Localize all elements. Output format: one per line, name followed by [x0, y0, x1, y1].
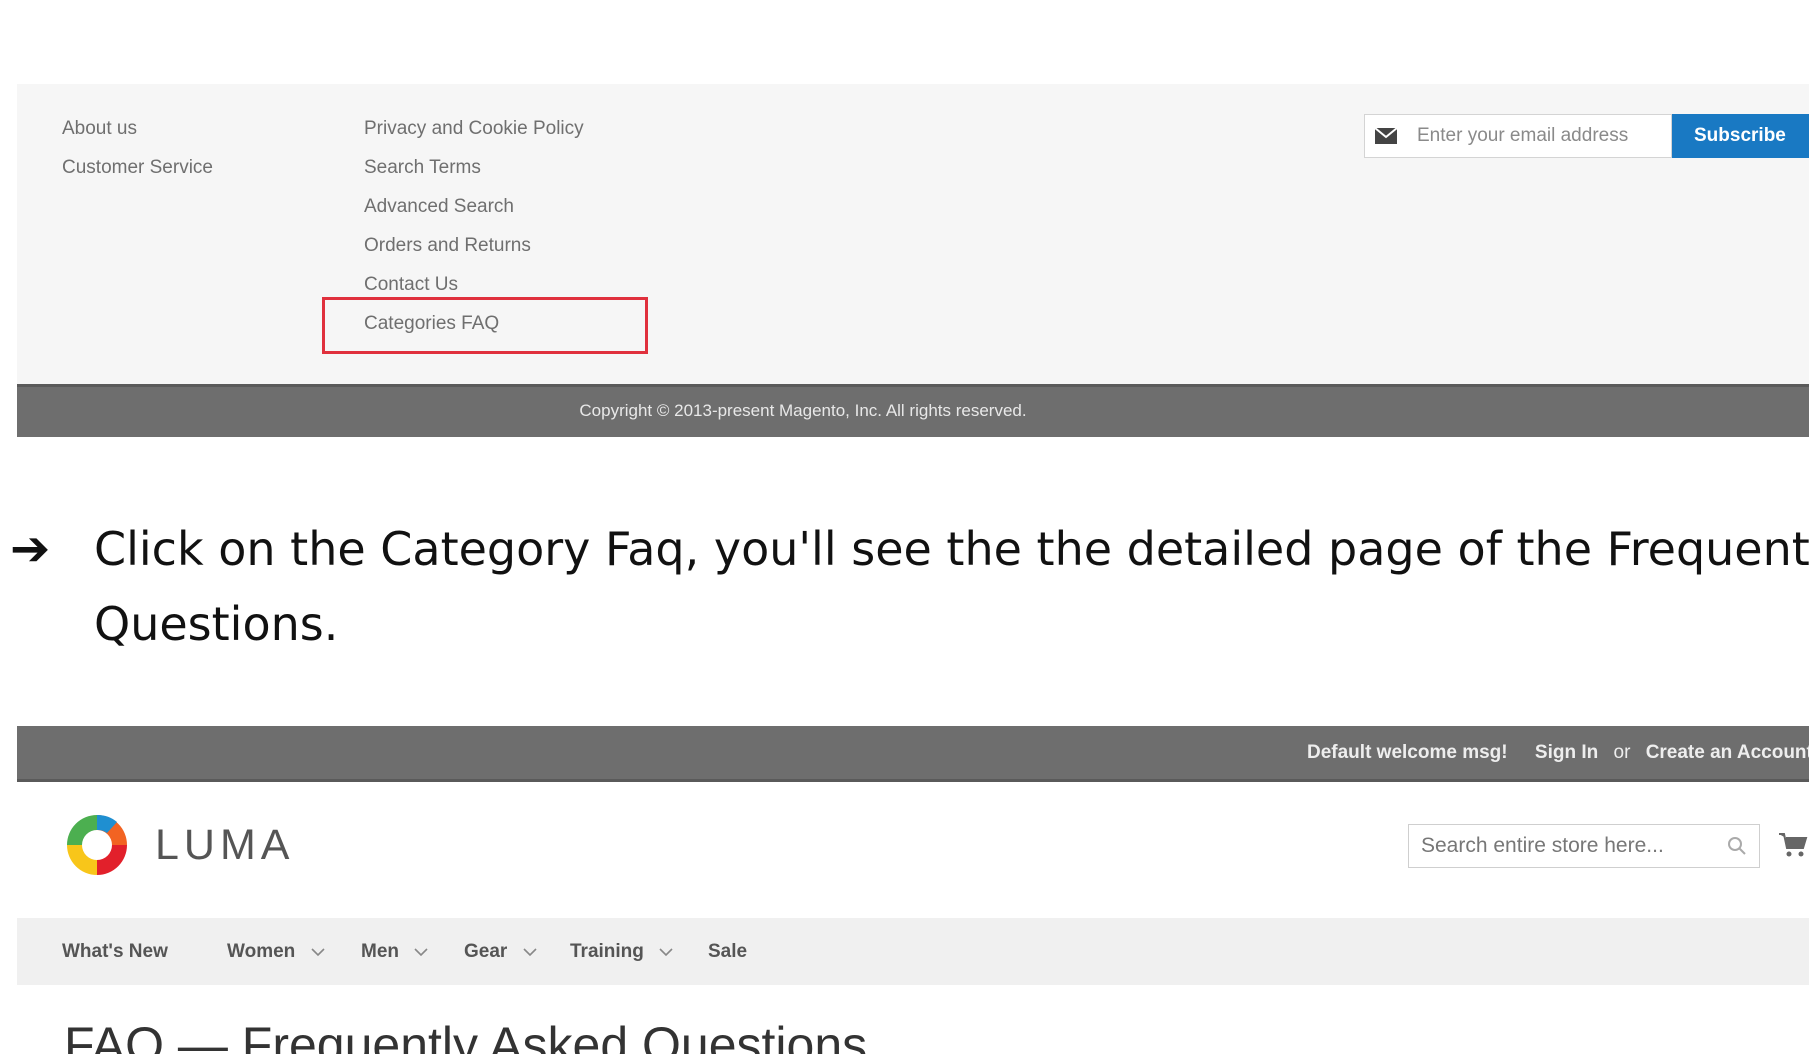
nav-item-sale[interactable]: Sale	[708, 918, 747, 985]
newsletter-form: Subscribe	[1364, 114, 1809, 160]
footer-link-search-terms[interactable]: Search Terms	[364, 153, 584, 192]
arrow-icon: ➔	[10, 521, 51, 577]
footer-link-privacy[interactable]: Privacy and Cookie Policy	[364, 114, 584, 153]
nav-item-men[interactable]: Men	[361, 918, 428, 985]
newsletter-email-input[interactable]	[1415, 124, 1659, 148]
copyright-text: Copyright © 2013-present Magento, Inc. A…	[579, 401, 1027, 420]
chevron-down-icon	[659, 948, 673, 957]
footer-link-advanced-search[interactable]: Advanced Search	[364, 192, 584, 231]
luma-logo-icon	[67, 814, 127, 875]
envelope-icon	[1375, 128, 1397, 144]
welcome-message: Default welcome msg!	[1307, 742, 1508, 763]
copyright-bar: Copyright © 2013-present Magento, Inc. A…	[17, 384, 1809, 437]
nav-item-gear[interactable]: Gear	[464, 918, 537, 985]
nav-item-label: Gear	[464, 941, 508, 962]
footer-links-column-1: About us Customer Service	[62, 114, 213, 192]
instruction-line-2: Questions.	[94, 597, 339, 651]
cart-icon[interactable]	[1777, 828, 1809, 860]
chevron-down-icon	[523, 948, 537, 957]
nav-item-women[interactable]: Women	[227, 918, 325, 985]
newsletter-email-box	[1364, 114, 1672, 158]
subscribe-button[interactable]: Subscribe	[1672, 114, 1809, 158]
nav-item-label: Men	[361, 941, 399, 962]
footer-link-about-us[interactable]: About us	[62, 114, 213, 153]
footer-screenshot: About us Customer Service Privacy and Co…	[17, 84, 1809, 437]
nav-item-label: Women	[227, 941, 296, 962]
page-title: FAQ — Frequently Asked Questions	[64, 1017, 868, 1054]
nav-item-label: What's New	[62, 941, 168, 962]
chevron-down-icon	[414, 948, 428, 957]
chevron-down-icon	[310, 948, 325, 957]
or-separator: or	[1613, 742, 1631, 763]
search-input[interactable]	[1409, 833, 1713, 859]
luma-logo-text: LUMA	[155, 820, 295, 869]
search-box	[1408, 824, 1760, 868]
luma-screenshot: Default welcome msg! Sign In or Create a…	[17, 726, 1809, 1054]
nav-item-whats-new[interactable]: What's New	[62, 918, 168, 985]
search-icon[interactable]	[1727, 836, 1747, 856]
sign-in-link[interactable]: Sign In	[1535, 742, 1598, 763]
luma-logo[interactable]: LUMA	[62, 810, 294, 880]
highlight-box	[322, 297, 648, 354]
top-bar-links: Default welcome msg! Sign In or Create a…	[1307, 726, 1809, 779]
footer-link-customer-service[interactable]: Customer Service	[62, 153, 213, 192]
footer-link-orders-returns[interactable]: Orders and Returns	[364, 231, 584, 270]
nav-item-label: Sale	[708, 941, 748, 962]
nav-item-training[interactable]: Training	[570, 918, 673, 985]
instruction-line-1: Click on the Category Faq, you'll see th…	[94, 522, 1809, 576]
nav-item-label: Training	[570, 941, 644, 962]
create-account-link[interactable]: Create an Account	[1646, 742, 1809, 763]
main-navigation: What's New Women Men Gear Training Sale	[17, 918, 1809, 985]
top-bar: Default welcome msg! Sign In or Create a…	[17, 726, 1809, 782]
